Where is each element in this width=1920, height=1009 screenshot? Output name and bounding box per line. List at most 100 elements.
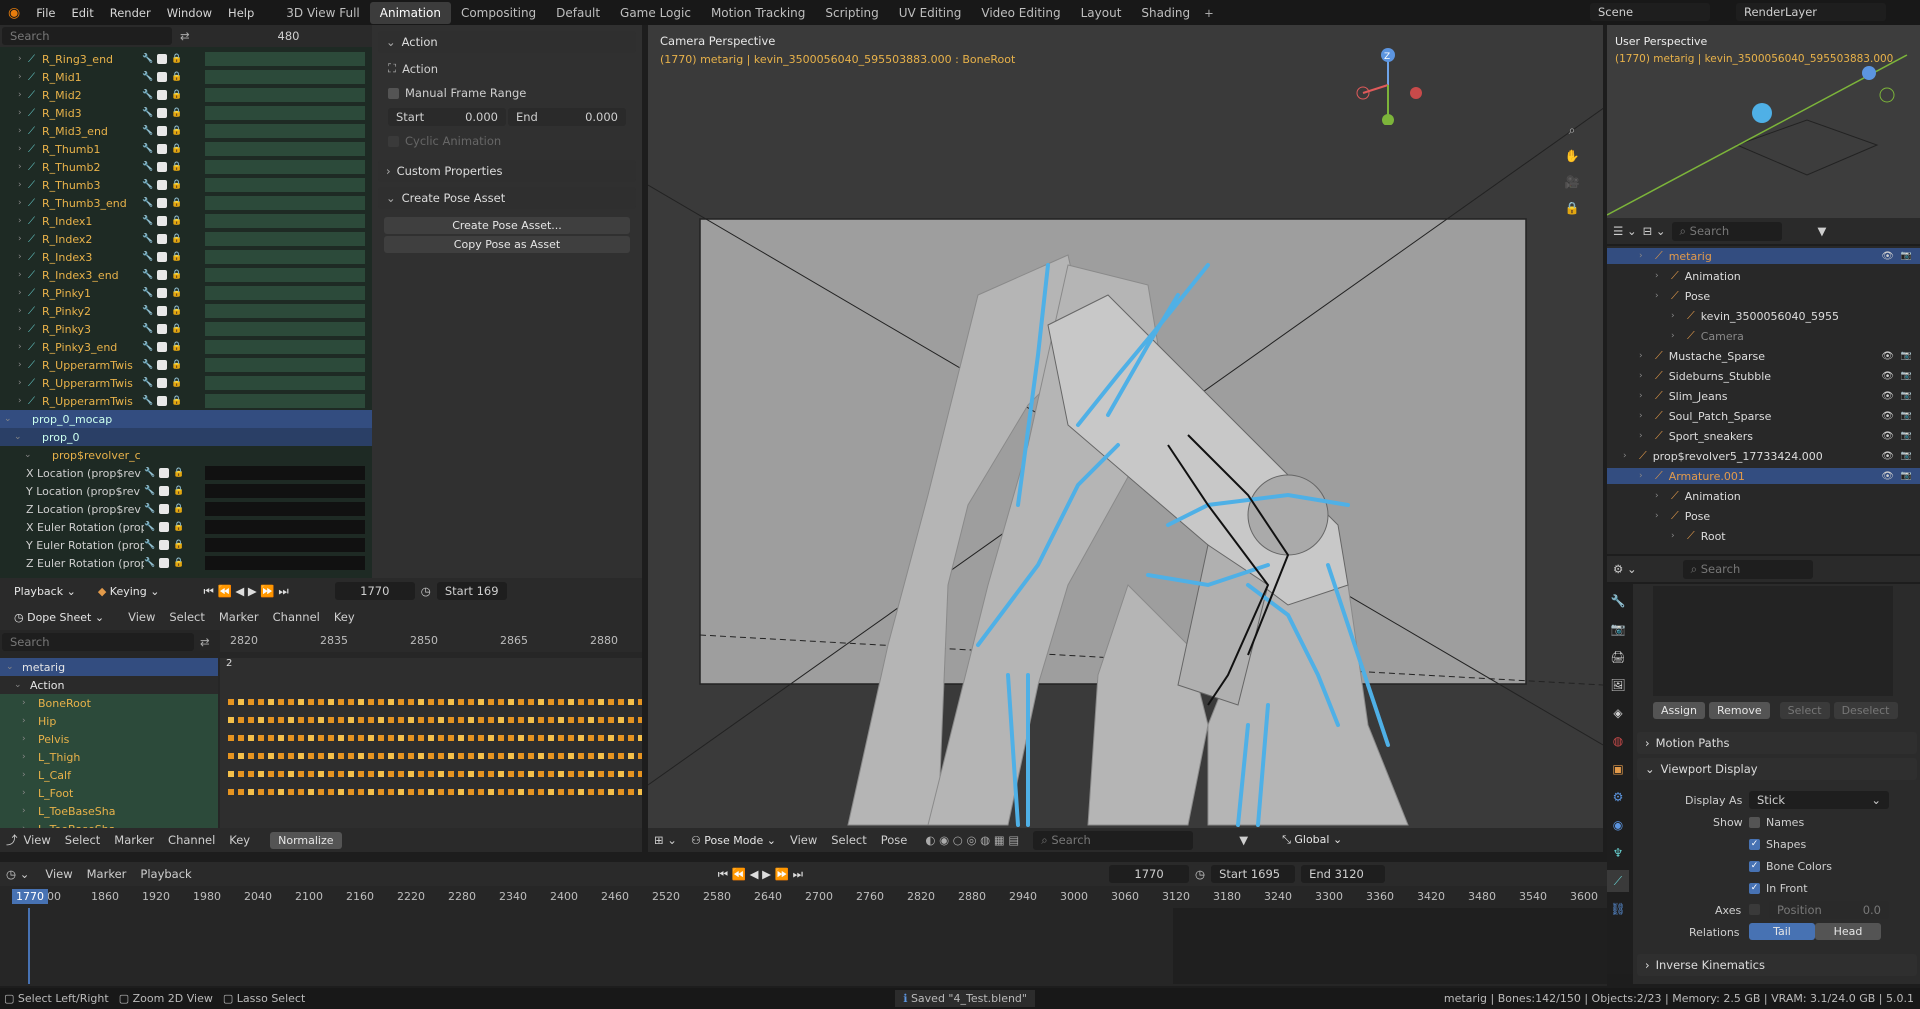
nla-channel-row[interactable]: X Euler Rotation (prop 🔧 🔒: [0, 518, 372, 536]
normalize-toggle[interactable]: Normalize: [270, 831, 342, 849]
workspace-tab[interactable]: Video Editing: [971, 2, 1070, 24]
nla-strip[interactable]: [205, 214, 365, 228]
keyframe[interactable]: [398, 753, 404, 759]
keyframe[interactable]: [228, 735, 234, 741]
current-frame-field[interactable]: 1770: [334, 582, 415, 600]
keyframe[interactable]: [548, 789, 554, 795]
keyframe[interactable]: [418, 735, 424, 741]
wrench-icon[interactable]: 🔧: [142, 378, 153, 388]
outliner-row[interactable]: › ⟋ Slim_Jeans 👁 📷: [1607, 388, 1920, 404]
dope-search-input[interactable]: Search: [2, 633, 194, 651]
wrench-icon[interactable]: 🔧: [142, 90, 153, 100]
outliner-row[interactable]: › ⟋ Sideburns_Stubble 👁 📷: [1607, 368, 1920, 384]
workspace-tab[interactable]: Compositing: [451, 2, 546, 24]
nla-channel-row[interactable]: Z Euler Rotation (prop 🔧 🔒: [0, 554, 372, 572]
keyframe[interactable]: [388, 735, 394, 741]
nla-bone-row[interactable]: › ⟋ R_Pinky2 🔧 🔒: [0, 302, 372, 320]
keyframe[interactable]: [538, 789, 544, 795]
dope-menu-item[interactable]: Channel: [273, 610, 320, 624]
nla-bone-row[interactable]: › ⟋ R_Pinky1 🔧 🔒: [0, 284, 372, 302]
keyframe[interactable]: [378, 735, 384, 741]
keyframe[interactable]: [538, 735, 544, 741]
mute-checkbox[interactable]: [159, 522, 170, 532]
axes-toggle[interactable]: [1749, 904, 1766, 915]
keyframe[interactable]: [578, 735, 584, 741]
mute-checkbox[interactable]: [159, 468, 170, 478]
keyframe[interactable]: [458, 735, 464, 741]
keyframe[interactable]: [518, 753, 524, 759]
keyframe[interactable]: [588, 717, 594, 723]
custom-properties-header[interactable]: › Custom Properties: [378, 160, 636, 182]
keyframe[interactable]: [568, 771, 574, 777]
keyframe[interactable]: [608, 735, 614, 741]
keyframe[interactable]: [258, 771, 264, 777]
nla-bone-row[interactable]: › ⟋ R_Thumb2 🔧 🔒: [0, 158, 372, 176]
graph-icon[interactable]: ⤴: [6, 832, 18, 848]
keyframe[interactable]: [458, 717, 464, 723]
keyframe[interactable]: [428, 735, 434, 741]
playback-menu[interactable]: Playback ⌄: [6, 583, 84, 600]
workspace-tab[interactable]: UV Editing: [889, 2, 972, 24]
render-tab-icon[interactable]: 📷: [1607, 618, 1629, 640]
view-layer-tab-icon[interactable]: 🖼: [1607, 674, 1629, 696]
keyframe[interactable]: [228, 771, 234, 777]
playhead-line[interactable]: [28, 908, 30, 984]
wrench-icon[interactable]: 🔧: [142, 324, 153, 334]
swap-icon[interactable]: ⇄: [200, 635, 210, 649]
nla-bone-row[interactable]: › ⟋ R_UpperarmTwis 🔧 🔒: [0, 392, 372, 410]
timeline-start-field[interactable]: Start 1695: [1211, 865, 1296, 883]
keyframe[interactable]: [508, 699, 514, 705]
keyframe[interactable]: [628, 771, 634, 777]
outliner-editor-icon[interactable]: ☰ ⌄: [1613, 224, 1637, 238]
lock-icon[interactable]: 🔒: [173, 504, 184, 514]
keyframe[interactable]: [338, 753, 344, 759]
visibility-eye-icon[interactable]: 👁: [1881, 451, 1894, 462]
dope-footer-menu-item[interactable]: Channel: [168, 833, 215, 847]
keyframe[interactable]: [388, 699, 394, 705]
keyframe[interactable]: [588, 699, 594, 705]
keyframe[interactable]: [238, 735, 244, 741]
visibility-eye-icon[interactable]: 👁: [1881, 371, 1894, 382]
scene-tab-icon[interactable]: ◈: [1607, 702, 1629, 724]
keyframe[interactable]: [588, 771, 594, 777]
mini-viewport[interactable]: User Perspective (1770) metarig | kevin_…: [1607, 25, 1920, 218]
wrench-icon[interactable]: 🔧: [142, 144, 153, 154]
relations-head-button[interactable]: Head: [1815, 923, 1881, 940]
viewport-menu-item[interactable]: View: [790, 833, 817, 847]
keyframe[interactable]: [558, 735, 564, 741]
keyframe[interactable]: [408, 789, 414, 795]
keyframe[interactable]: [258, 735, 264, 741]
keyframe[interactable]: [438, 789, 444, 795]
workspace-tab[interactable]: Motion Tracking: [701, 2, 815, 24]
mute-checkbox[interactable]: [157, 252, 168, 262]
keyframe[interactable]: [388, 789, 394, 795]
keyframe[interactable]: [388, 717, 394, 723]
assign-button[interactable]: Assign: [1653, 702, 1705, 719]
keyframe[interactable]: [368, 771, 374, 777]
create-pose-asset-header[interactable]: ⌄ Create Pose Asset: [378, 187, 636, 209]
keyframe[interactable]: [298, 789, 304, 795]
keyframe[interactable]: [438, 753, 444, 759]
lock-icon[interactable]: 🔒: [171, 54, 182, 64]
keyframe[interactable]: [298, 753, 304, 759]
nla-group-row[interactable]: ⌄ prop$revolver_c: [0, 446, 372, 464]
lock-icon[interactable]: 🔒: [171, 216, 182, 226]
mute-checkbox[interactable]: [157, 378, 168, 388]
outliner-row[interactable]: › ⟋ Soul_Patch_Sparse 👁 📷: [1607, 408, 1920, 424]
dope-channel-row[interactable]: ⌄ metarig: [0, 658, 218, 676]
bone-collections-list[interactable]: [1653, 586, 1893, 696]
keyframe[interactable]: [338, 735, 344, 741]
keyframe[interactable]: [568, 717, 574, 723]
nla-bone-row[interactable]: › ⟋ R_Thumb3_end 🔧 🔒: [0, 194, 372, 212]
keyframe[interactable]: [518, 771, 524, 777]
keyframe[interactable]: [268, 735, 274, 741]
keyframe[interactable]: [318, 771, 324, 777]
keyframe[interactable]: [278, 699, 284, 705]
keyframe[interactable]: [638, 699, 642, 705]
mute-checkbox[interactable]: [157, 90, 168, 100]
visibility-eye-icon[interactable]: 👁: [1881, 251, 1894, 262]
keyframe[interactable]: [328, 735, 334, 741]
lock-icon[interactable]: 🔒: [171, 144, 182, 154]
workspace-tab[interactable]: Default: [546, 2, 610, 24]
menu-render[interactable]: Render: [102, 6, 159, 20]
